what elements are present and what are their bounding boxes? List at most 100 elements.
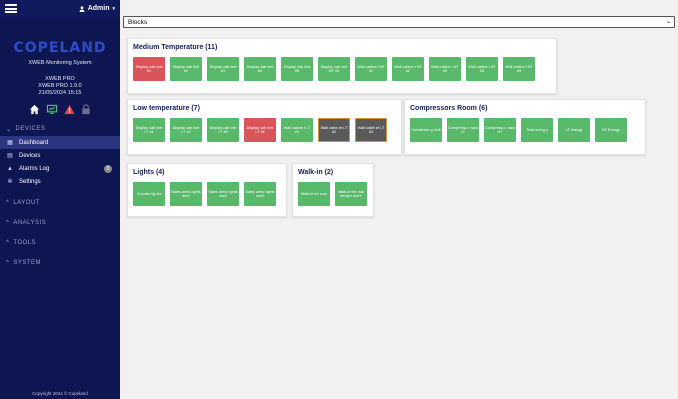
device-tile[interactable]: Total energ y — [521, 118, 553, 142]
device-tile[interactable]: Wall cabine t NT #2 — [392, 57, 424, 81]
sidebar-item-dashboard[interactable]: ▦ Dashboard — [0, 136, 120, 149]
device-tile[interactable]: Counter lig hts — [133, 182, 165, 206]
device-tile-label: Wall cabine t NT #1 — [357, 64, 385, 73]
sidebar-section-analysis[interactable]: ^ ANALYSIS — [0, 216, 120, 230]
device-tile-label: Compresso r rack LT — [448, 125, 478, 134]
system-info: XWEB PRO XWEB PRO 1.9.0 21/05/2024 15:15 — [0, 76, 120, 97]
status-icons — [0, 102, 120, 116]
device-tile-label: Display cab inet #2 — [172, 64, 200, 73]
device-tile[interactable]: Display cab inet LT #2 — [170, 118, 202, 142]
brand-logo: COPELAND — [13, 40, 107, 56]
device-tile[interactable]: Wall cabine t NT #3 — [466, 57, 498, 81]
sidebar-topbar: Admin ▾ — [0, 0, 120, 17]
device-tile-label: Walk-in fre ezer — [300, 191, 328, 196]
device-tile[interactable]: Walk-in fre ezer — [298, 182, 330, 206]
section-label: TOOLS — [13, 240, 37, 246]
device-tile[interactable]: Display cab inet MT #6 — [318, 57, 350, 81]
copyright: Copyright 2024 © Copeland — [32, 391, 88, 396]
panel-title: Medium Temperature (11) — [133, 44, 218, 51]
sidebar-item-devices[interactable]: ▤ Devices — [0, 149, 120, 162]
panel-title: Lights (4) — [133, 169, 165, 176]
chevron-up-icon: ^ — [6, 260, 10, 266]
sidebar-section-layout[interactable]: ^ LAYOUT — [0, 196, 120, 210]
device-tile[interactable]: Display cab inet #3 — [207, 57, 239, 81]
view-select-value: Blocks — [128, 18, 148, 26]
tile-group: Counter lig hts Sales area l ights row1 Sa… — [133, 182, 276, 206]
view-select[interactable]: Blocks ⌄ — [123, 16, 675, 28]
sidebar-item-label: Dashboard — [19, 139, 49, 146]
device-tile[interactable]: Walk-in fler mal temper ature — [335, 182, 367, 206]
device-tile-label: Display cab inet LT #3 — [209, 125, 237, 134]
device-tile[interactable]: Display cab inet #1 — [133, 57, 165, 81]
lock-icon[interactable] — [81, 103, 91, 115]
product-name: XWEB PRO — [45, 76, 75, 82]
device-tile[interactable]: Wall cabin et LT #2 — [318, 118, 350, 142]
device-tile[interactable]: Sales area l ights row2 — [207, 182, 239, 206]
device-tile[interactable]: Display cab inet #2 — [170, 57, 202, 81]
device-tile-label: NT Energy — [601, 127, 621, 132]
alarm-warning-icon[interactable] — [64, 104, 75, 115]
chevron-down-icon: ⌄ — [6, 126, 12, 133]
device-tile-label: Counter lig hts — [136, 191, 162, 196]
monitor-chart-icon[interactable] — [46, 104, 58, 115]
device-tile[interactable]: Wall cabine t NT #5 — [503, 57, 535, 81]
device-tile-label: Sales area l ights row2 — [208, 189, 238, 198]
device-tile[interactable]: Sales area l ights row1 — [170, 182, 202, 206]
device-tile[interactable]: Compresso r rack NT — [484, 118, 516, 142]
section-label: SYSTEM — [13, 260, 41, 266]
sidebar-section-system[interactable]: ^ SYSTEM — [0, 256, 120, 270]
device-tile-label: Compresso r rack NT — [485, 125, 515, 134]
device-tile[interactable]: Wall cabin et LT #3 — [355, 118, 387, 142]
device-tile-label: Walk-in fler mal temper ature — [337, 189, 365, 198]
menu-icon[interactable] — [5, 4, 17, 13]
device-tile[interactable]: Display cab inet #5 — [281, 57, 313, 81]
sidebar-item-label: Alarms Log — [19, 165, 50, 172]
app-subtitle: XWEB Monitoring System — [28, 60, 92, 66]
device-tile-label: Display cab inet LT #1 — [135, 125, 163, 134]
device-tile-label: Display cab inet #4 — [246, 64, 274, 73]
tile-group: Display cab inet #1 Display cab inet #2 Di… — [133, 57, 535, 81]
sidebar: Admin ▾ COPELAND XWEB Monitoring System … — [0, 0, 120, 399]
panel-low-temperature: Low temperature (7) Display cab inet LT … — [127, 99, 402, 155]
device-tile-label: Wall cabine t NT #3 — [468, 64, 496, 73]
alarm-icon: ▲ — [7, 165, 13, 172]
device-tile[interactable]: Wall cabine t NT #4 — [429, 57, 461, 81]
device-tile[interactable]: Condensin g Unit — [410, 118, 442, 142]
sidebar-section-tools[interactable]: ^ TOOLS — [0, 236, 120, 250]
tile-group: Display cab inet LT #1 Display cab inet L… — [133, 118, 387, 142]
device-tile[interactable]: Display cab inet #4 — [244, 57, 276, 81]
device-tile[interactable]: Sales area l ights row3 — [244, 182, 276, 206]
device-tile[interactable]: Display cab inet LT #1 — [133, 118, 165, 142]
panel-walk-in: Walk-in (2) Walk-in fre ezer Walk-in fler… — [292, 163, 374, 217]
chevron-up-icon: ^ — [6, 240, 10, 246]
grid-icon: ▦ — [7, 140, 13, 146]
device-tile[interactable]: LT energy — [558, 118, 590, 142]
device-tile[interactable]: Wall cabine t LT #1 — [281, 118, 313, 142]
device-tile-label: Wall cabin et LT #2 — [320, 125, 348, 134]
chevron-down-icon: ⌄ — [665, 19, 671, 25]
device-tile-label: Wall cabine t NT #5 — [505, 64, 533, 73]
alarm-count-badge: 0 — [104, 165, 112, 173]
product-version: XWEB PRO 1.9.0 — [38, 83, 82, 89]
sidebar-item-alarms-log[interactable]: ▲ Alarms Log 0 — [0, 162, 120, 175]
devices-icon: ▤ — [7, 153, 13, 159]
device-tile-label: Wall cabine t NT #2 — [394, 64, 422, 73]
device-tile-label: Display cab inet #5 — [283, 64, 311, 73]
device-tile[interactable]: Display cab inet LT #4 — [244, 118, 276, 142]
user-menu[interactable]: Admin ▾ — [79, 5, 115, 12]
sidebar-section-devices[interactable]: ⌄ DEVICES — [0, 122, 120, 136]
device-tile[interactable]: Wall cabine t NT #1 — [355, 57, 387, 81]
app-root: Admin ▾ COPELAND XWEB Monitoring System … — [0, 0, 678, 399]
device-tile[interactable]: Compresso r rack LT — [447, 118, 479, 142]
home-icon[interactable] — [29, 104, 40, 115]
panel-title: Walk-in (2) — [298, 169, 334, 176]
tile-group: Walk-in fre ezer Walk-in fler mal temper … — [298, 182, 367, 206]
datetime: 21/05/2024 15:15 — [38, 90, 82, 96]
device-tile-label: Display cab inet #3 — [209, 64, 237, 73]
sidebar-item-settings[interactable]: ✲ Settings — [0, 175, 120, 188]
device-tile-label: Condensin g Unit — [411, 127, 441, 132]
chevron-up-icon: ^ — [6, 220, 10, 226]
device-tile[interactable]: Display cab inet LT #3 — [207, 118, 239, 142]
device-tile[interactable]: NT Energy — [595, 118, 627, 142]
device-tile-label: Sales area l ights row3 — [245, 189, 275, 198]
